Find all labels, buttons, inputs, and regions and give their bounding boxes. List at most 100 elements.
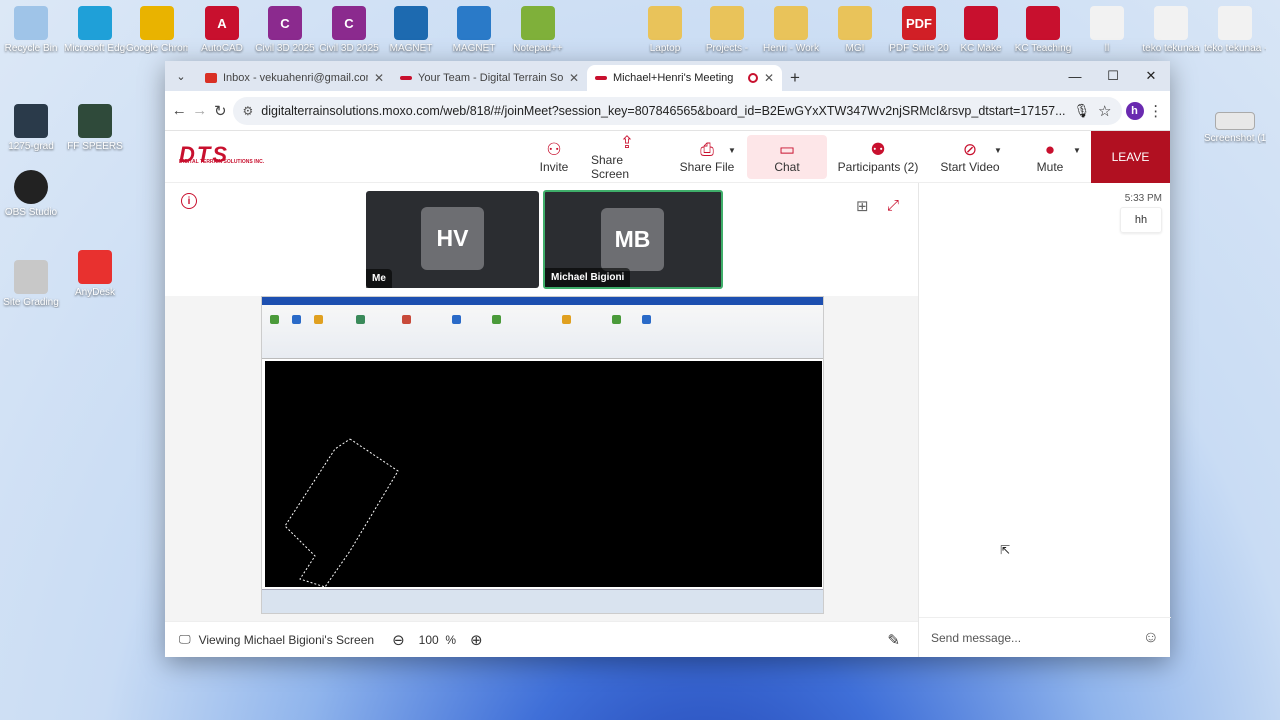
tab-your-team[interactable]: Your Team - Digital Terrain Solu ✕ xyxy=(392,65,587,91)
chevron-down-icon[interactable]: ▼ xyxy=(1073,146,1081,155)
chat-button[interactable]: ▭ Chat xyxy=(747,135,827,179)
expand-icon[interactable]: ⤢ xyxy=(887,197,899,214)
remote-ribbon xyxy=(262,305,823,359)
start-video-button[interactable]: ⊘ Start Video xyxy=(939,135,1001,179)
anydesk-icon xyxy=(78,250,112,284)
thumbnail-icon xyxy=(14,260,48,294)
desktop-icon[interactable]: Henri - Work xyxy=(760,6,822,54)
tab-search-chevron-icon[interactable]: ⌄ xyxy=(165,61,197,91)
share-file-button[interactable]: ⎙ Share File xyxy=(679,135,735,179)
tile-name: Michael Bigioni xyxy=(545,268,631,287)
screen-share-icon: 🖵 xyxy=(179,632,191,646)
shared-screen-area xyxy=(165,296,918,621)
desktop-icon[interactable]: A AutoCAD xyxy=(191,6,253,54)
desktop-icon[interactable]: Microsoft Edge xyxy=(64,6,126,54)
desktop-icon[interactable]: Laptop xyxy=(634,6,696,54)
invite-label: Invite xyxy=(539,160,569,174)
video-off-icon: ⊘ xyxy=(962,140,978,159)
chat-panel: 5:33 PM hh Send message... ☺ xyxy=(918,183,1171,657)
maximize-button[interactable]: ☐ xyxy=(1094,61,1132,91)
mute-button[interactable]: ● Mute xyxy=(1034,135,1066,179)
chevron-down-icon[interactable]: ▼ xyxy=(728,146,736,155)
desktop-icon[interactable]: AnyDesk xyxy=(64,250,126,298)
folder-icon xyxy=(774,6,808,40)
desktop-icon[interactable]: teko tekunaa - Phasal V... xyxy=(1204,6,1266,54)
parcel-outline xyxy=(284,438,399,588)
video-tile-michael[interactable]: MB Michael Bigioni xyxy=(543,190,723,289)
desktop-icon[interactable]: 1275-grad xyxy=(0,104,62,152)
browser-menu-icon[interactable]: ⋮ xyxy=(1148,97,1165,125)
zoom-in-icon[interactable]: ⊕ xyxy=(470,631,483,649)
pdf-doc-icon xyxy=(1026,6,1060,40)
annotate-icon[interactable]: ✎ xyxy=(887,631,900,649)
info-icon[interactable]: i xyxy=(181,193,197,209)
share-file-label: Share File xyxy=(679,160,735,174)
desktop-icon-label: Civil 3D 2025 xyxy=(255,43,315,54)
desktop-icon[interactable]: PDF PDF Suite 20 xyxy=(888,6,950,54)
desktop-icon[interactable]: Recycle Bin xyxy=(0,6,62,54)
desktop-icon[interactable]: MGI xyxy=(824,6,886,54)
desktop-icon-screenshot[interactable]: Screenshot (1) xyxy=(1204,112,1266,144)
close-tab-icon[interactable]: ✕ xyxy=(764,71,774,85)
close-tab-icon[interactable]: ✕ xyxy=(374,71,384,85)
participants-button[interactable]: ⚉ Participants (2) xyxy=(837,135,919,179)
desktop-icon-label: MAGNET xyxy=(389,43,433,54)
desktop-icon[interactable]: KC Teaching xyxy=(1012,6,1074,54)
microphone-icon[interactable]: 🎙 xyxy=(1074,103,1091,119)
desktop-icon-label: OBS Studio xyxy=(4,207,58,218)
invite-button[interactable]: ⚇ Invite xyxy=(529,135,579,179)
chat-input[interactable]: Send message... ☺ xyxy=(919,617,1171,657)
zoom-out-icon[interactable]: ⊖ xyxy=(392,631,405,649)
forward-button[interactable]: → xyxy=(192,97,209,125)
obs-icon xyxy=(14,170,48,204)
shared-screen-image[interactable] xyxy=(261,296,824,614)
desktop-icon[interactable]: teko tekunaa xyxy=(1140,6,1202,54)
recycle-bin-icon xyxy=(14,6,48,40)
desktop-icon[interactable]: ll xyxy=(1076,6,1138,54)
tab-meeting[interactable]: Michael+Henri's Meeting ✕ xyxy=(587,65,782,91)
zoom-unit: % xyxy=(445,632,457,647)
thumbnail-icon xyxy=(1215,112,1255,130)
desktop-icon[interactable]: MAGNET xyxy=(443,6,505,54)
video-tile-me[interactable]: HV Me xyxy=(366,191,539,288)
leave-button[interactable]: LEAVE xyxy=(1091,131,1170,183)
site-info-icon[interactable]: ⚙ xyxy=(243,104,254,118)
emoji-icon[interactable]: ☺ xyxy=(1143,629,1159,647)
desktop-icon[interactable]: C Civil 3D 2025 xyxy=(254,6,316,54)
message-time: 5:33 PM xyxy=(1124,193,1162,204)
profile-avatar[interactable]: h xyxy=(1125,97,1144,125)
desktop-icon[interactable]: C Civil 3D 2025 xyxy=(318,6,380,54)
back-button[interactable]: ← xyxy=(171,97,188,125)
reload-button[interactable]: ↻ xyxy=(212,97,229,125)
desktop-icon[interactable]: Google Chrome xyxy=(126,6,188,54)
desktop-icon[interactable]: KC Make xyxy=(950,6,1012,54)
participants-label: Participants (2) xyxy=(837,160,919,174)
desktop-icon[interactable]: Notepad++ xyxy=(507,6,569,54)
new-tab-button[interactable]: + xyxy=(782,65,808,91)
mute-label: Mute xyxy=(1036,160,1064,174)
desktop-icon-label: Google Chrome xyxy=(126,43,188,54)
desktop-icon[interactable]: Projects - xyxy=(696,6,758,54)
minimize-button[interactable]: — xyxy=(1056,61,1094,91)
edge-icon xyxy=(78,6,112,40)
chat-icon: ▭ xyxy=(778,140,796,159)
close-tab-icon[interactable]: ✕ xyxy=(569,71,579,85)
share-screen-button[interactable]: ⇪ Share Screen xyxy=(591,133,663,181)
close-window-button[interactable]: ✕ xyxy=(1132,61,1170,91)
tab-inbox[interactable]: Inbox - vekuahenri@gmail.com ✕ xyxy=(197,65,392,91)
desktop-icon[interactable]: FF SPEERS xyxy=(64,104,126,152)
desktop-icon-label: MGI xyxy=(845,43,865,54)
viewing-label: Viewing Michael Bigioni's Screen xyxy=(198,632,375,647)
grid-view-icon[interactable]: ⊞ xyxy=(856,197,869,215)
desktop-icon[interactable]: Site Grading xyxy=(0,260,62,308)
url-field[interactable]: ⚙ digitalterrainsolutions.moxo.com/web/8… xyxy=(232,96,1122,125)
chevron-down-icon[interactable]: ▼ xyxy=(994,146,1002,155)
bookmark-star-icon[interactable]: ☆ xyxy=(1098,102,1111,120)
civil3d-icon: C xyxy=(268,6,302,40)
tab-title: Michael+Henri's Meeting xyxy=(613,72,734,84)
desktop-icon[interactable]: OBS Studio xyxy=(0,170,62,218)
desktop-icon-label: Laptop xyxy=(649,43,681,54)
remote-titlebar xyxy=(262,297,823,305)
desktop-icon-label: Notepad++ xyxy=(513,43,563,54)
desktop-icon[interactable]: MAGNET xyxy=(380,6,442,54)
